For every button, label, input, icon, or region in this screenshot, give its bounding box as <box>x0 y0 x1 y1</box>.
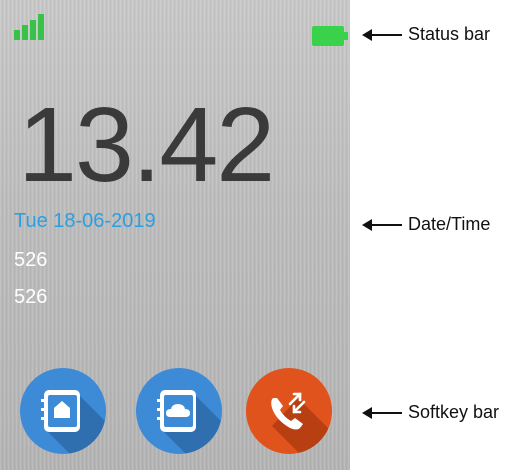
annotation-label: Softkey bar <box>408 402 500 422</box>
annotation-label: Status bar <box>408 24 491 44</box>
arrow-left-icon <box>362 407 402 419</box>
annotation-date-time: Date/Time <box>362 214 522 236</box>
date-text: Tue 18-06-2019 <box>14 210 156 232</box>
arrow-left-icon <box>362 219 402 231</box>
annotation-label: Date/Time <box>408 214 491 234</box>
softkey-home-contacts[interactable] <box>20 368 106 454</box>
extension-number: 526 <box>14 249 48 271</box>
phone-screen: 13.42 Tue 18-06-2019 526 526 <box>0 0 350 470</box>
softkey-cloud-contacts[interactable] <box>136 368 222 454</box>
arrow-left-icon <box>362 29 402 41</box>
softkey-call-transfer[interactable] <box>246 368 332 454</box>
extension-name: 526 <box>14 286 48 308</box>
annotation-status-bar: Status bar <box>362 24 522 46</box>
annotation-softkey-bar: Softkey bar <box>362 402 522 424</box>
clock-time: 13.42 <box>18 86 275 204</box>
battery-full-icon <box>312 26 348 46</box>
signal-bars-icon <box>14 14 44 40</box>
